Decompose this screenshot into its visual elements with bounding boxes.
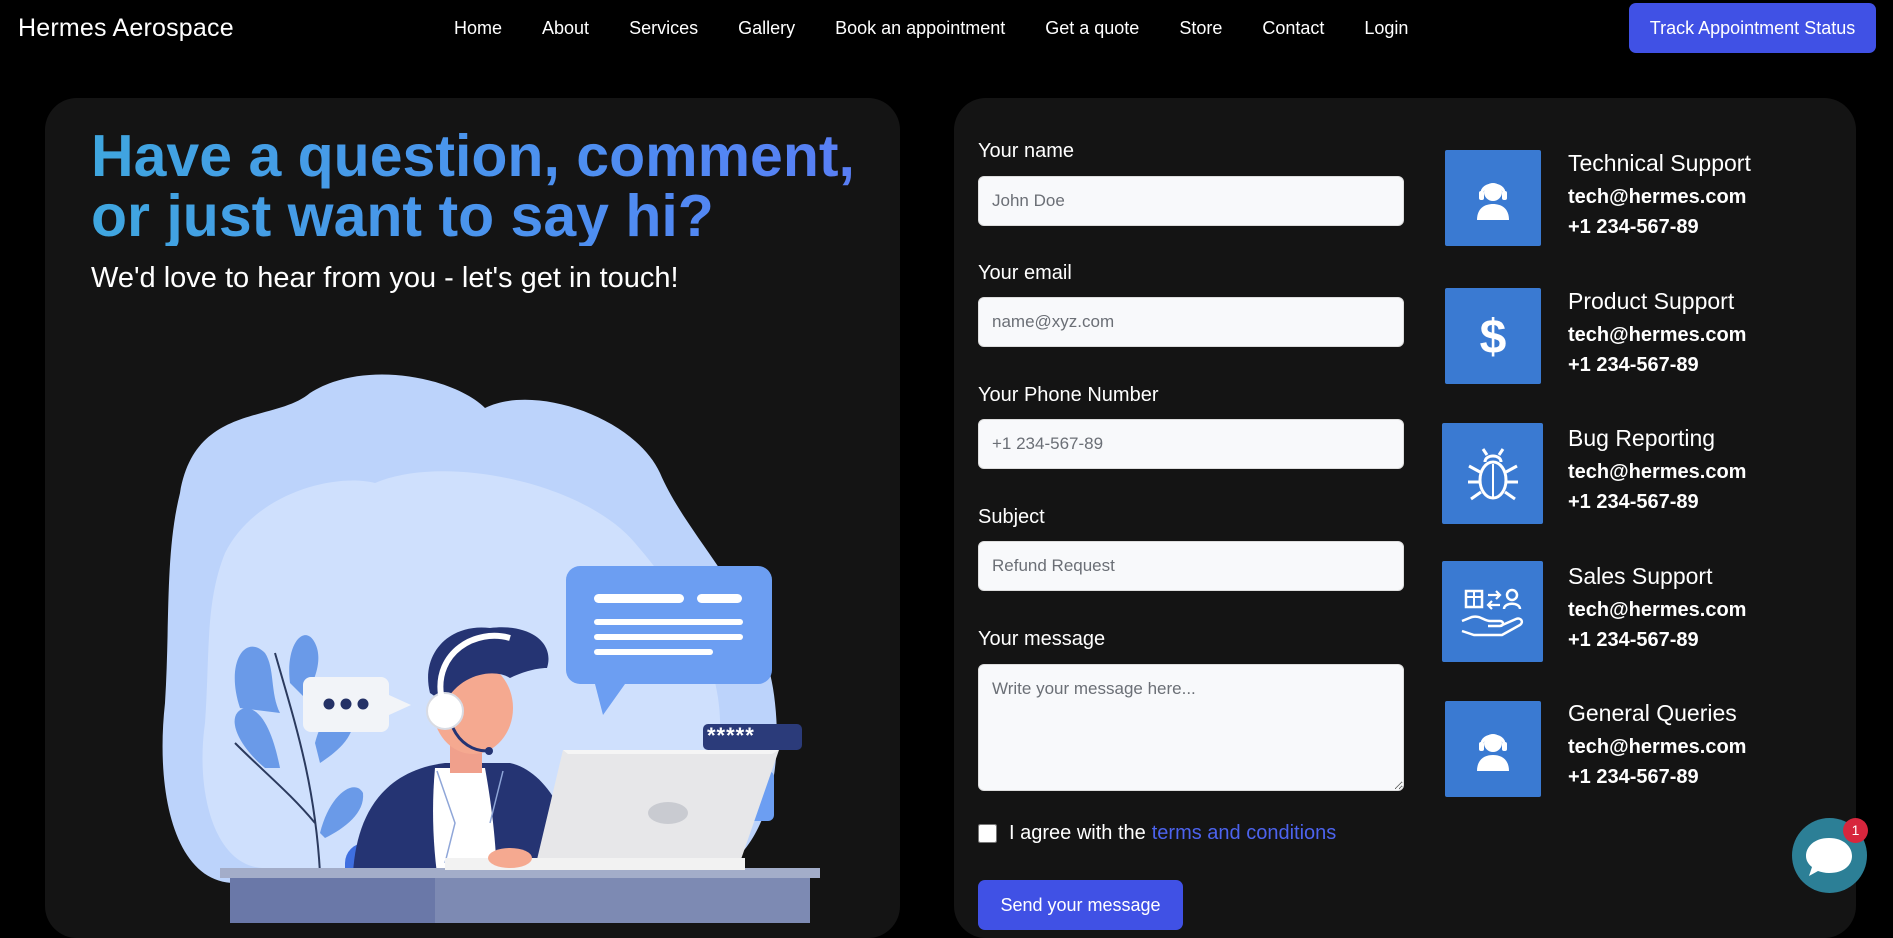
support-phone-bug[interactable]: +1 234-567-89 <box>1568 491 1699 514</box>
email-input[interactable] <box>978 297 1404 347</box>
support-title-sales: Sales Support <box>1568 563 1713 589</box>
agree-text: I agree with the <box>1009 822 1146 844</box>
name-label: Your name <box>978 140 1074 162</box>
support-agent-illustration: ***** 85 <box>162 374 820 923</box>
support-title-general: General Queries <box>1568 700 1737 726</box>
email-label: Your email <box>978 262 1072 284</box>
terms-link[interactable]: terms and conditions <box>1152 822 1337 845</box>
dollar-icon: $ <box>1445 288 1541 384</box>
nav-store[interactable]: Store <box>1179 18 1222 39</box>
contact-card: Your name Your email Your Phone Number S… <box>954 98 1856 938</box>
headset-agent-icon <box>1445 701 1541 797</box>
headset-agent-icon <box>1445 150 1541 246</box>
subject-label: Subject <box>978 506 1045 528</box>
support-phone-product[interactable]: +1 234-567-89 <box>1568 354 1699 377</box>
subject-input[interactable] <box>978 541 1404 591</box>
support-title-technical: Technical Support <box>1568 150 1751 176</box>
track-appointment-button[interactable]: Track Appointment Status <box>1629 3 1876 53</box>
support-phone-general[interactable]: +1 234-567-89 <box>1568 766 1699 789</box>
nav-contact[interactable]: Contact <box>1262 18 1324 39</box>
message-textarea[interactable] <box>978 664 1404 791</box>
hero-title: Have a question, comment, or just want t… <box>91 126 891 246</box>
support-email-product[interactable]: tech@hermes.com <box>1568 324 1746 347</box>
main-menu: Home About Services Gallery Book an appo… <box>454 18 1448 39</box>
send-message-button[interactable]: Send your message <box>978 880 1183 930</box>
phone-input[interactable] <box>978 419 1404 469</box>
nav-about[interactable]: About <box>542 18 589 39</box>
svg-text:*****: ***** <box>707 723 755 748</box>
support-email-technical[interactable]: tech@hermes.com <box>1568 186 1746 209</box>
nav-get-quote[interactable]: Get a quote <box>1045 18 1139 39</box>
support-title-product: Product Support <box>1568 288 1735 314</box>
brand-logo[interactable]: Hermes Aerospace <box>18 14 234 43</box>
terms-checkbox[interactable] <box>978 824 997 843</box>
hero-card: Have a question, comment, or just want t… <box>45 98 900 938</box>
svg-text:$: $ <box>1480 311 1507 361</box>
message-label: Your message <box>978 628 1106 650</box>
support-title-bug: Bug Reporting <box>1568 425 1716 451</box>
bug-icon <box>1442 423 1543 524</box>
support-phone-sales[interactable]: +1 234-567-89 <box>1568 629 1699 652</box>
nav-book-appointment[interactable]: Book an appointment <box>835 18 1005 39</box>
support-email-general[interactable]: tech@hermes.com <box>1568 736 1746 759</box>
nav-home[interactable]: Home <box>454 18 502 39</box>
support-phone-technical[interactable]: +1 234-567-89 <box>1568 216 1699 239</box>
name-input[interactable] <box>978 176 1404 226</box>
support-email-bug[interactable]: tech@hermes.com <box>1568 461 1746 484</box>
support-email-sales[interactable]: tech@hermes.com <box>1568 599 1746 622</box>
terms-agreement: I agree with the terms and conditions <box>978 822 1336 845</box>
hero-subtitle: We'd love to hear from you - let's get i… <box>91 262 679 294</box>
nav-services[interactable]: Services <box>629 18 698 39</box>
chat-unread-badge: 1 <box>1843 818 1868 843</box>
hand-package-icon <box>1442 561 1543 662</box>
phone-label: Your Phone Number <box>978 384 1159 406</box>
nav-gallery[interactable]: Gallery <box>738 18 795 39</box>
top-navbar: Hermes Aerospace Home About Services Gal… <box>0 0 1893 60</box>
nav-login[interactable]: Login <box>1364 18 1408 39</box>
